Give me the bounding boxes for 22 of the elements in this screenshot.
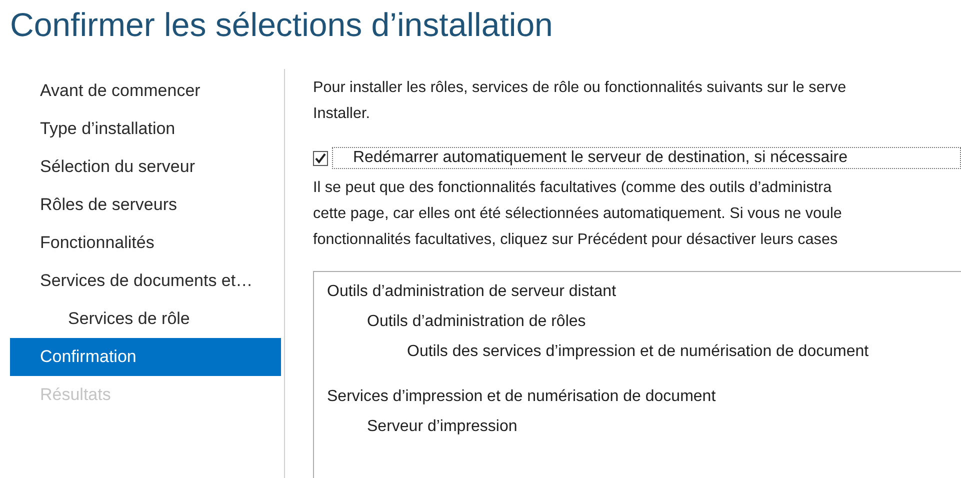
tree-item: Outils d’administration de rôles bbox=[366, 312, 587, 332]
note-text: cette page, car elles ont été sélectionnées automatiquement. Si vous ne voule bbox=[313, 204, 843, 224]
sidebar-item[interactable]: Rôles de serveurs bbox=[10, 186, 281, 224]
sidebar-item[interactable]: Services de documents et… bbox=[10, 262, 281, 300]
intro-text: Pour installer les rôles, services de rôle ou fonctionnalités suivants sur le serve bbox=[313, 78, 848, 98]
tree-item: Outils d’administration de serveur distant bbox=[327, 282, 618, 302]
sidebar-item[interactable]: Fonctionnalités bbox=[10, 224, 281, 262]
tree-item: Serveur d’impression bbox=[366, 417, 518, 437]
checkbox-label[interactable]: Redémarrer automatiquement le serveur de destination, si nécessaire bbox=[332, 147, 961, 169]
tree-item: Outils des services d’impression et de numérisation de document bbox=[406, 342, 870, 362]
sidebar-item[interactable]: Avant de commencer bbox=[10, 72, 281, 110]
sidebar-item[interactable]: Confirmation bbox=[10, 338, 281, 376]
note-text: fonctionnalités facultatives, cliquez sur Précédent pour désactiver leurs cases bbox=[313, 230, 839, 250]
sidebar-item[interactable]: Type d’installation bbox=[10, 110, 281, 148]
checkbox[interactable] bbox=[313, 150, 328, 166]
checkmark-icon bbox=[314, 152, 327, 164]
tree-item: Services d’impression et de numérisation de document bbox=[327, 387, 717, 407]
sidebar-item[interactable]: Sélection du serveur bbox=[10, 148, 281, 186]
sidebar-item[interactable]: Services de rôle bbox=[10, 300, 281, 338]
page-title: Confirmer les sélections d’installation bbox=[10, 6, 554, 44]
intro-text: Installer. bbox=[313, 104, 371, 124]
note-text: Il se peut que des fonctionnalités facultatives (comme des outils d’administra bbox=[313, 178, 833, 198]
